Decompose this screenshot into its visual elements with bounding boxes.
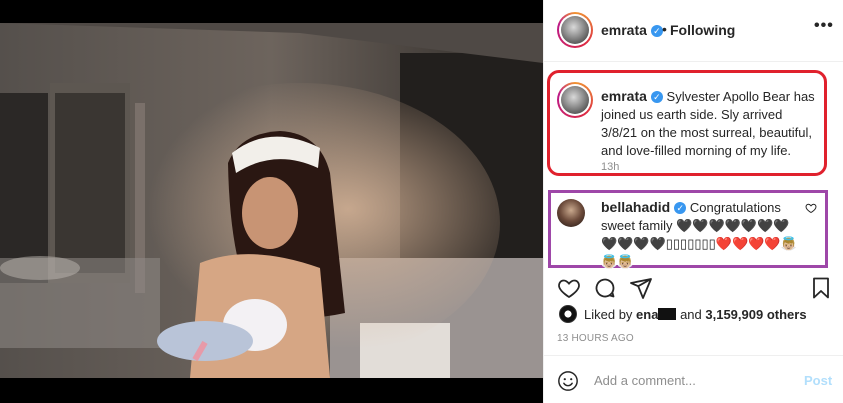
comment-icon[interactable] [592, 276, 618, 300]
likes-middle: and [676, 307, 706, 322]
caption-age[interactable]: 13h [601, 161, 619, 173]
likes-prefix: Liked by [584, 307, 637, 322]
verified-badge-icon: ✓ [674, 202, 687, 214]
post-timestamp[interactable]: 13 HOURS AGO [557, 333, 634, 344]
liker-avatar[interactable] [559, 305, 577, 323]
author-avatar[interactable] [557, 12, 593, 48]
post-header: emrata ✓ • Following ••• [544, 0, 843, 62]
likes-summary: Liked by ena and 3,159,909 others [584, 307, 807, 322]
more-icon[interactable]: ••• [814, 17, 834, 35]
commenter-username[interactable]: bellahadid [601, 199, 670, 215]
liker-username[interactable]: ena [636, 307, 658, 322]
following-button[interactable]: Following [670, 22, 735, 38]
emoji-icon[interactable] [557, 370, 579, 392]
verified-badge-icon: ✓ [650, 91, 663, 103]
likes-count-button[interactable]: 3,159,909 others [705, 307, 806, 322]
photo-illustration [0, 23, 543, 378]
commenter-avatar[interactable] [557, 199, 585, 227]
redacted-block [658, 308, 677, 320]
action-bar [544, 270, 843, 306]
caption-username[interactable]: emrata [601, 88, 647, 104]
caption: emrata ✓ Sylvester Apollo Bear has joined… [601, 87, 821, 160]
comment: bellahadid ✓ Congratulations sweet family… [601, 198, 801, 271]
save-icon[interactable] [808, 276, 834, 300]
photo-content [0, 23, 543, 378]
caption-avatar[interactable] [557, 82, 593, 118]
author-username[interactable]: emrata [601, 22, 647, 38]
post-photo[interactable] [0, 0, 543, 403]
author-username-row: emrata ✓ [601, 22, 663, 40]
separator-dot: • [662, 21, 667, 37]
comment-like-icon[interactable] [805, 202, 817, 214]
post-sidebar: emrata ✓ • Following ••• emrata ✓ Sylveste… [543, 0, 843, 403]
post-comment-button[interactable]: Post [804, 373, 832, 388]
share-icon[interactable] [628, 276, 654, 300]
like-icon[interactable] [556, 276, 582, 300]
comment-input[interactable]: Add a comment... [594, 373, 696, 388]
comment-form: Add a comment... Post [544, 355, 843, 403]
